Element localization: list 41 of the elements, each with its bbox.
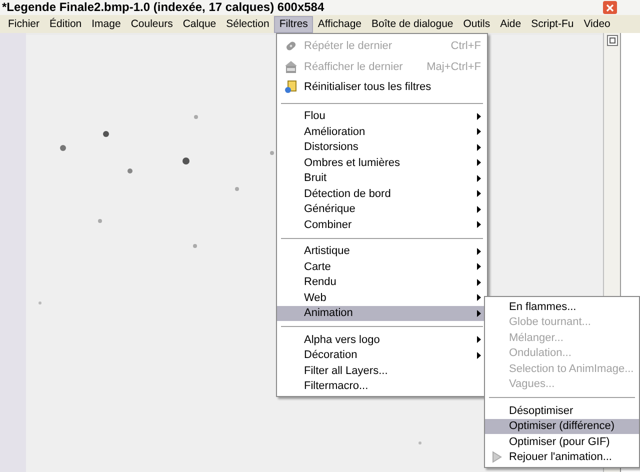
menu-item[interactable]: Artistique <box>277 244 487 259</box>
menu-item[interactable]: Fichier <box>3 16 45 32</box>
menu-item[interactable]: Boîte de dialogue <box>366 16 458 32</box>
menu-item[interactable]: Couleurs <box>126 16 178 32</box>
menu-item[interactable]: Image <box>86 16 126 32</box>
menu-item[interactable]: Générique <box>277 202 487 217</box>
menu-item[interactable]: En flammes... <box>485 299 639 314</box>
menu-item[interactable]: Désoptimiser <box>485 403 639 418</box>
menu-item[interactable]: Ombres et lumières <box>277 155 487 170</box>
menu-item[interactable]: Filter all Layers... <box>277 363 487 378</box>
menu-item[interactable]: Web <box>277 290 487 306</box>
menu-item[interactable]: Script-Fu <box>526 16 579 32</box>
reset-icon <box>282 79 298 96</box>
menu-item[interactable]: Outils <box>458 16 496 32</box>
close-button[interactable] <box>603 1 617 14</box>
menu-item[interactable]: Carte <box>277 259 487 274</box>
menu-item[interactable]: Rejouer l'animation... <box>485 450 639 465</box>
menu-item[interactable]: Optimiser (différence) <box>485 418 639 434</box>
menu-item[interactable]: Détection de bord <box>277 186 487 202</box>
menu-item[interactable]: Video <box>578 16 616 32</box>
menu-item[interactable]: Distorsions <box>277 140 487 155</box>
menu-item[interactable]: Décoration <box>277 348 487 363</box>
menu-item[interactable]: Aide <box>495 16 526 32</box>
menu-item[interactable]: Optimiser (pour GIF) <box>485 434 639 450</box>
menu-item[interactable]: Rendu <box>277 274 487 290</box>
menu-item[interactable]: Calque <box>178 16 222 32</box>
menu-item[interactable]: Réinitialiser tous les filtres <box>277 77 487 98</box>
menu-item[interactable]: Affichage <box>312 16 367 32</box>
menu-item[interactable]: Édition <box>44 16 87 32</box>
menu-item[interactable]: Flou <box>277 108 487 124</box>
menu-item[interactable]: Sélection <box>221 16 274 32</box>
window-title: *Legende Finale2.bmp-1.0 (indexée, 17 calques) 600x584 <box>2 0 324 15</box>
building-icon <box>282 58 298 75</box>
menu-item[interactable]: Alpha vers logo <box>277 332 487 348</box>
menu-item[interactable]: Combiner <box>277 217 487 232</box>
menu-item[interactable]: Amélioration <box>277 124 487 140</box>
menu-item[interactable]: Filtermacro... <box>277 378 487 394</box>
menu-item[interactable]: Bruit <box>277 170 487 186</box>
menu-item[interactable]: Animation <box>277 306 487 321</box>
menu-item[interactable]: Filtres <box>274 16 313 32</box>
close-icon <box>606 4 614 12</box>
